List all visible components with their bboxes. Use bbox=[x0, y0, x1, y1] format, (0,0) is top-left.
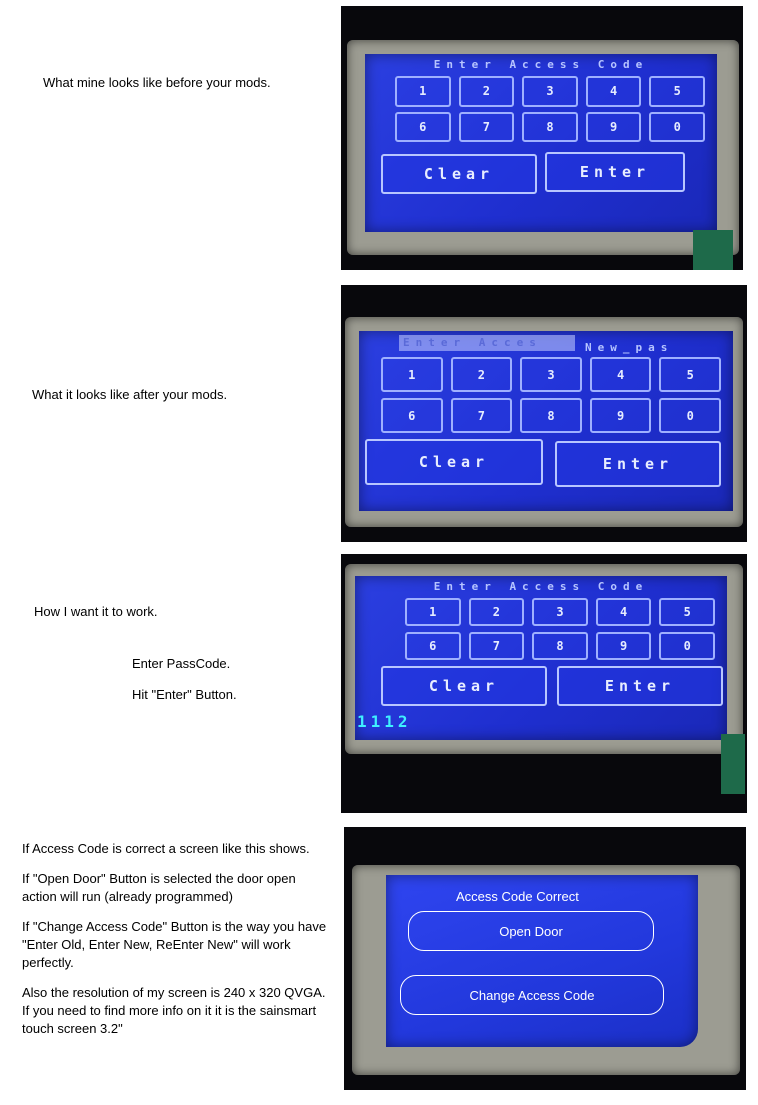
key-1[interactable]: 1 bbox=[381, 357, 443, 392]
lcd-title-new: New_pas bbox=[585, 341, 674, 354]
lcd-title-old: Enter Acces bbox=[403, 336, 542, 349]
key-8[interactable]: 8 bbox=[522, 111, 578, 142]
key-5[interactable]: 5 bbox=[659, 357, 721, 392]
key-0[interactable]: 0 bbox=[659, 398, 721, 433]
change-access-code-button[interactable]: Change Access Code bbox=[400, 975, 664, 1015]
clear-button[interactable]: Clear bbox=[381, 666, 547, 706]
key-0[interactable]: 0 bbox=[649, 111, 705, 142]
photo-desired-flow: Enter Access Code 1 2 3 4 5 6 7 8 9 0 Cl… bbox=[341, 554, 747, 813]
note-before: What mine looks like before your mods. bbox=[43, 75, 271, 90]
note-after: What it looks like after your mods. bbox=[32, 387, 228, 402]
lcd-screen: Enter Acces New_pas 1 2 3 4 5 6 7 8 9 0 … bbox=[359, 331, 733, 511]
ribbon-cable bbox=[693, 230, 733, 270]
key-6[interactable]: 6 bbox=[395, 111, 451, 142]
clear-button[interactable]: Clear bbox=[365, 439, 543, 485]
note-open-door: If "Open Door" Button is selected the do… bbox=[22, 871, 296, 904]
key-4[interactable]: 4 bbox=[595, 598, 652, 626]
enter-button[interactable]: Enter bbox=[545, 152, 685, 192]
photo-after-mods: Enter Acces New_pas 1 2 3 4 5 6 7 8 9 0 … bbox=[341, 285, 747, 542]
key-5[interactable]: 5 bbox=[649, 76, 705, 107]
key-2[interactable]: 2 bbox=[468, 598, 525, 626]
key-9[interactable]: 9 bbox=[589, 398, 652, 433]
enter-button[interactable]: Enter bbox=[555, 441, 721, 487]
key-4[interactable]: 4 bbox=[585, 76, 642, 107]
note-resolution: Also the resolution of my screen is 240 … bbox=[22, 985, 326, 1036]
ribbon-cable bbox=[721, 734, 745, 794]
key-3[interactable]: 3 bbox=[522, 76, 578, 107]
keypad-grid: 1 2 3 4 5 6 7 8 9 0 bbox=[381, 357, 721, 433]
key-4[interactable]: 4 bbox=[589, 357, 652, 392]
keypad-grid: 1 2 3 4 5 6 7 8 9 0 bbox=[395, 76, 705, 142]
key-5[interactable]: 5 bbox=[659, 598, 715, 626]
key-1[interactable]: 1 bbox=[395, 76, 451, 107]
lcd-title: Enter Access Code bbox=[433, 580, 649, 593]
key-7[interactable]: 7 bbox=[458, 111, 515, 142]
access-correct-title: Access Code Correct bbox=[456, 889, 579, 904]
key-3[interactable]: 3 bbox=[520, 357, 582, 392]
lcd-screen: Enter Access Code 1 2 3 4 5 6 7 8 9 0 Cl… bbox=[365, 54, 717, 232]
key-9[interactable]: 9 bbox=[595, 632, 652, 660]
note-change-code: If "Change Access Code" Button is the wa… bbox=[22, 919, 327, 970]
key-8[interactable]: 8 bbox=[520, 398, 582, 433]
key-1[interactable]: 1 bbox=[405, 598, 461, 626]
note-step-enter-passcode: Enter PassCode. bbox=[132, 656, 231, 671]
key-2[interactable]: 2 bbox=[450, 357, 513, 392]
lcd-title: Enter Access Code bbox=[433, 58, 649, 71]
keypad-grid: 1 2 3 4 5 6 7 8 9 0 bbox=[405, 598, 715, 660]
photo-access-correct: Access Code Correct Open Door Change Acc… bbox=[344, 827, 746, 1090]
entered-code: 1112 bbox=[357, 712, 412, 731]
key-9[interactable]: 9 bbox=[585, 111, 642, 142]
description-block: If Access Code is correct a screen like … bbox=[22, 840, 332, 1050]
lcd-screen: Access Code Correct Open Door Change Acc… bbox=[386, 875, 698, 1047]
key-2[interactable]: 2 bbox=[458, 76, 515, 107]
open-door-button[interactable]: Open Door bbox=[408, 911, 654, 951]
photo-before-mods: Enter Access Code 1 2 3 4 5 6 7 8 9 0 Cl… bbox=[341, 6, 743, 270]
clear-button[interactable]: Clear bbox=[381, 154, 537, 194]
key-0[interactable]: 0 bbox=[659, 632, 715, 660]
note-code-correct: If Access Code is correct a screen like … bbox=[22, 841, 310, 856]
key-8[interactable]: 8 bbox=[532, 632, 588, 660]
lcd-screen: Enter Access Code 1 2 3 4 5 6 7 8 9 0 Cl… bbox=[355, 576, 727, 740]
key-7[interactable]: 7 bbox=[450, 398, 513, 433]
key-6[interactable]: 6 bbox=[381, 398, 443, 433]
enter-button[interactable]: Enter bbox=[557, 666, 723, 706]
note-want: How I want it to work. bbox=[34, 604, 158, 619]
key-3[interactable]: 3 bbox=[532, 598, 588, 626]
key-6[interactable]: 6 bbox=[405, 632, 461, 660]
key-7[interactable]: 7 bbox=[468, 632, 525, 660]
note-step-hit-enter: Hit "Enter" Button. bbox=[132, 687, 237, 702]
